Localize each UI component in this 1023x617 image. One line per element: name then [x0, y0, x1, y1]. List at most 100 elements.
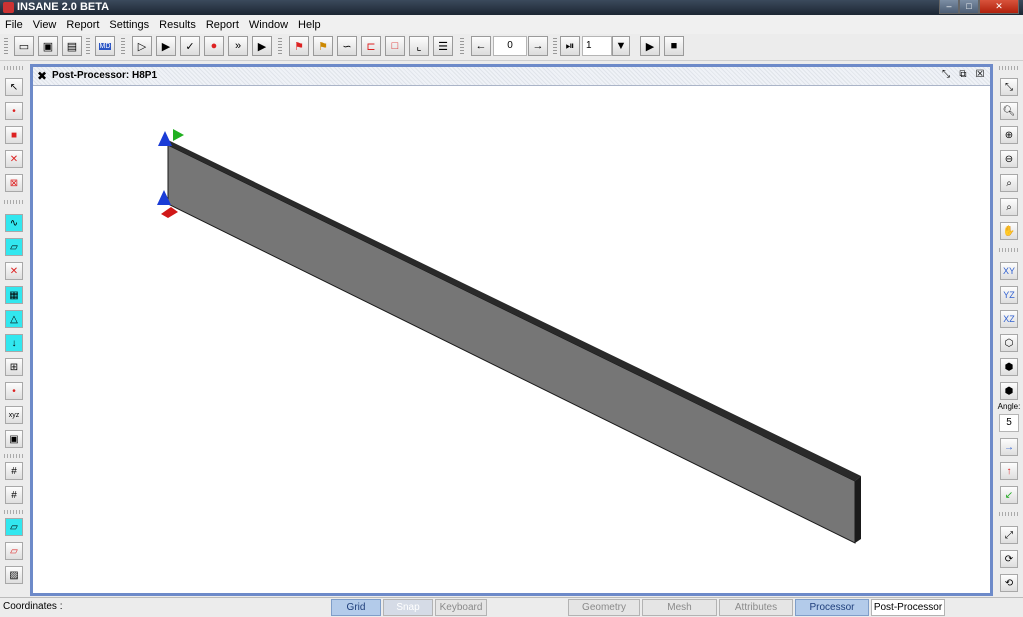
release-icon[interactable]: •	[5, 382, 23, 400]
toolbar-grip[interactable]	[999, 66, 1019, 70]
open-icon[interactable]: ▭	[14, 36, 34, 56]
angle-input[interactable]: 5	[999, 414, 1019, 432]
toolbar-grip[interactable]	[278, 38, 282, 55]
triangle-icon[interactable]: △	[5, 310, 23, 328]
document-icon[interactable]: ▷	[132, 36, 152, 56]
rotate-y-icon[interactable]: ↑	[1000, 462, 1018, 480]
play-icon[interactable]: ▶	[640, 36, 660, 56]
frame-titlebar[interactable]: ✖ Post-Processor: H8P1 ⤡ ⧉ ☒	[33, 67, 990, 86]
document-forward-icon[interactable]: »	[228, 36, 248, 56]
menu-view[interactable]: View	[28, 19, 62, 31]
step-back-icon[interactable]: ←	[471, 36, 491, 56]
document-play-icon[interactable]: ▶	[156, 36, 176, 56]
support-icon[interactable]: ⊞	[5, 358, 23, 376]
view-xz-button[interactable]: XZ	[1000, 310, 1018, 328]
grid-toggle[interactable]: Grid	[331, 599, 381, 616]
frame-minimize-icon[interactable]: ⤡	[940, 69, 952, 80]
zoom-out-icon[interactable]: ⊖	[1000, 150, 1018, 168]
frame-maximize-icon[interactable]: ⧉	[957, 69, 969, 80]
maximize-button[interactable]: □	[959, 0, 979, 14]
pause-play-icon[interactable]: ⏯	[560, 36, 580, 56]
document-check-icon[interactable]: ✓	[180, 36, 200, 56]
minimize-button[interactable]: –	[939, 0, 959, 14]
toolbar-grip[interactable]	[999, 512, 1019, 516]
menu-window[interactable]: Window	[244, 19, 293, 31]
view-yz-button[interactable]: YZ	[1000, 286, 1018, 304]
step-forward-icon[interactable]: →	[528, 36, 548, 56]
zoom-previous-icon[interactable]: ⌕	[1000, 198, 1018, 216]
graph-icon[interactable]: ⌞	[409, 36, 429, 56]
zoom-in-icon[interactable]: ⊕	[1000, 126, 1018, 144]
menu-results[interactable]: Results	[154, 19, 201, 31]
tab-mesh[interactable]: Mesh	[642, 599, 717, 616]
toolbar-grip[interactable]	[553, 38, 557, 55]
menu-file[interactable]: File	[0, 19, 28, 31]
model-data-icon[interactable]: MD	[95, 36, 115, 56]
menu-report[interactable]: Report	[61, 19, 104, 31]
note-icon[interactable]: ▱	[5, 518, 23, 536]
snap-toggle[interactable]: Snap	[383, 599, 433, 616]
rectangle-icon[interactable]: ■	[5, 126, 23, 144]
select-pointer-icon[interactable]: ↖	[5, 78, 23, 96]
fit-view-icon[interactable]: ⤢	[1000, 526, 1018, 544]
view-cube-icon[interactable]: ⬢	[1000, 358, 1018, 376]
grid-icon[interactable]: ▦	[5, 286, 23, 304]
attribute-icon[interactable]: ▣	[5, 430, 23, 448]
menu-report-2[interactable]: Report	[201, 19, 244, 31]
frame-close-icon[interactable]: ☒	[974, 69, 986, 80]
pan-icon[interactable]: ✋	[1000, 222, 1018, 240]
toolbar-grip[interactable]	[121, 38, 125, 55]
save-all-icon[interactable]: ▤	[62, 36, 82, 56]
close-button[interactable]: ✕	[979, 0, 1019, 14]
point-icon[interactable]: •	[5, 102, 23, 120]
tab-attributes[interactable]: Attributes	[719, 599, 793, 616]
view-cube-b-icon[interactable]: ⬢	[1000, 382, 1018, 400]
chevron-down-icon[interactable]: ▼	[612, 36, 630, 56]
load-icon[interactable]: ↓	[5, 334, 23, 352]
view-xy-button[interactable]: XY	[1000, 262, 1018, 280]
document-export-icon[interactable]: ▶	[252, 36, 272, 56]
toolbar-grip[interactable]	[4, 200, 24, 204]
refresh-icon[interactable]: ⟲	[1000, 574, 1018, 592]
tab-post-processor[interactable]: Post-Processor	[871, 599, 945, 616]
toolbar-grip[interactable]	[999, 248, 1019, 252]
rotate-icon[interactable]: ⟳	[1000, 550, 1018, 568]
step-field[interactable]: 0	[493, 36, 527, 56]
keyboard-toggle[interactable]: Keyboard	[435, 599, 487, 616]
toolbar-grip[interactable]	[86, 38, 90, 55]
menu-help[interactable]: Help	[293, 19, 326, 31]
view-iso-icon[interactable]: ⬡	[1000, 334, 1018, 352]
coordinates-icon[interactable]: xyz	[5, 406, 23, 424]
restraint-icon[interactable]: ✕	[5, 262, 23, 280]
toolbar-grip[interactable]	[460, 38, 464, 55]
rotate-x-icon[interactable]: →	[1000, 438, 1018, 456]
table-icon[interactable]: ☰	[433, 36, 453, 56]
flag-icon[interactable]: ⚑	[289, 36, 309, 56]
element-icon[interactable]: ▱	[5, 238, 23, 256]
zoom-icon[interactable]: 🔍︎	[1000, 102, 1018, 120]
grid-a-icon[interactable]: #	[5, 462, 23, 480]
delete-region-icon[interactable]: ⊠	[5, 174, 23, 192]
zoom-extents-icon[interactable]: ⤡	[1000, 78, 1018, 96]
save-icon[interactable]: ▣	[38, 36, 58, 56]
node-icon[interactable]: ∿	[5, 214, 23, 232]
frame-combo[interactable]: 1	[582, 36, 612, 56]
note-b-icon[interactable]: ▱	[5, 542, 23, 560]
toolbar-grip[interactable]	[4, 510, 24, 514]
note-c-icon[interactable]: ▨	[5, 566, 23, 584]
deformed-icon[interactable]: ⊏	[361, 36, 381, 56]
menu-settings[interactable]: Settings	[104, 19, 154, 31]
curve-icon[interactable]: ∽	[337, 36, 357, 56]
tab-geometry[interactable]: Geometry	[568, 599, 640, 616]
document-node-icon[interactable]: ●	[204, 36, 224, 56]
zoom-window-icon[interactable]: ⌕	[1000, 174, 1018, 192]
tab-processor[interactable]: Processor	[795, 599, 869, 616]
stop-icon[interactable]: ■	[664, 36, 684, 56]
rectangle-red-icon[interactable]: □	[385, 36, 405, 56]
toolbar-grip[interactable]	[4, 66, 24, 70]
delete-icon[interactable]: ✕	[5, 150, 23, 168]
toolbar-grip[interactable]	[4, 38, 8, 55]
toolbar-grip[interactable]	[4, 454, 24, 458]
flag-chart-icon[interactable]: ⚑	[313, 36, 333, 56]
model-canvas[interactable]	[33, 86, 990, 593]
